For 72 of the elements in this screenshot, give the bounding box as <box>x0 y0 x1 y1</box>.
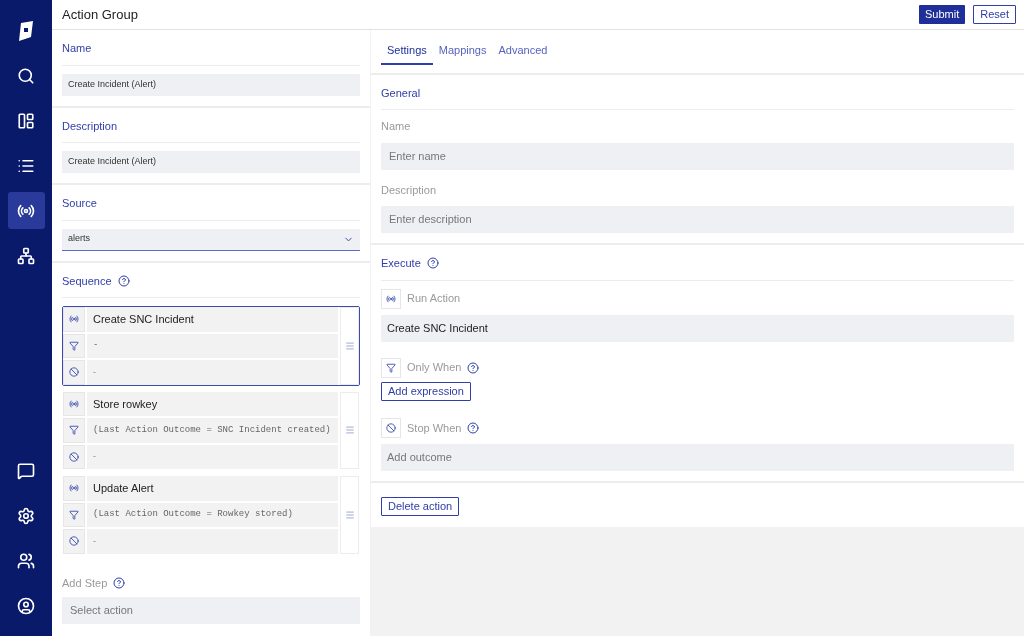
step-field: Store rowkey <box>87 391 338 416</box>
chat-icon <box>17 461 35 480</box>
page-title: Action Group <box>62 5 138 24</box>
source-select[interactable]: alerts <box>62 228 360 251</box>
stop-icon <box>69 451 79 462</box>
section-label: General <box>381 85 421 101</box>
delete-action-button[interactable]: Delete action <box>381 496 460 516</box>
sequence-step[interactable]: Create SNC Incident - - <box>62 306 360 386</box>
text-field[interactable]: Create Incident (Alert) <box>62 151 360 173</box>
step-field: Create SNC Incident <box>87 307 338 332</box>
users-icon <box>17 551 35 570</box>
select-action-field[interactable]: Select action <box>62 597 360 624</box>
help-icon[interactable] <box>467 361 480 374</box>
section-label: Only When <box>407 360 462 376</box>
filter-icon <box>386 362 396 373</box>
broadcast-icon <box>69 314 79 325</box>
tab[interactable]: Settings <box>381 42 433 65</box>
stop-icon <box>69 536 79 547</box>
drag-handle[interactable] <box>340 476 359 554</box>
tab[interactable]: Advanced <box>492 42 554 65</box>
section-label: Sequence <box>62 273 112 289</box>
section-label: Name <box>381 119 411 134</box>
step-field: - <box>87 529 338 554</box>
section-label: Description <box>62 118 118 134</box>
account-icon <box>17 596 35 615</box>
broadcast-icon <box>69 483 79 494</box>
section-label: Source <box>62 196 97 211</box>
input-field[interactable]: Enter description <box>381 206 1014 233</box>
section-label: Stop When <box>407 420 462 436</box>
stop-icon <box>386 422 396 433</box>
logo-icon <box>17 20 35 41</box>
drag-handle-icon <box>344 340 355 351</box>
tab[interactable]: Mappings <box>432 42 493 65</box>
step-field: (Last Action Outcome = SNC Incident created) <box>87 418 338 443</box>
help-icon[interactable] <box>117 274 130 287</box>
search-icon <box>17 66 35 85</box>
text-field[interactable]: Create Incident (Alert) <box>62 73 360 96</box>
add-expression-button[interactable]: Add expression <box>381 381 471 401</box>
step-field: - <box>87 444 338 469</box>
help-icon[interactable] <box>426 257 439 270</box>
step-field: - <box>87 333 338 358</box>
help-icon[interactable] <box>113 576 126 589</box>
reset-button[interactable]: Reset <box>973 5 1016 24</box>
section-label: Name <box>62 41 92 56</box>
broadcast-icon <box>386 293 396 304</box>
dashboard-icon <box>17 111 35 130</box>
drag-handle[interactable] <box>340 391 359 469</box>
sequence-step[interactable]: Store rowkey (Last Action Outcome = SNC Incident created) - <box>62 390 360 470</box>
submit-button[interactable]: Submit <box>919 5 966 24</box>
stop-icon <box>69 367 79 378</box>
section-label: Description <box>381 182 437 198</box>
network-icon <box>17 246 35 265</box>
run-action-field[interactable]: Create SNC Incident <box>381 314 1014 342</box>
filter-icon <box>69 340 79 351</box>
section-label: Execute <box>381 256 421 271</box>
nav-item[interactable] <box>7 192 45 229</box>
sequence-step[interactable]: Update Alert (Last Action Outcome = Rowkey stored) - <box>62 475 360 555</box>
help-icon[interactable] <box>467 421 480 434</box>
step-field: Update Alert <box>87 476 338 501</box>
section-label: Add Step <box>62 575 108 591</box>
drag-handle-icon <box>344 509 355 520</box>
settings-icon <box>17 506 35 525</box>
drag-handle-icon <box>344 425 355 436</box>
outcome-field[interactable]: Add outcome <box>381 443 1014 471</box>
drag-handle[interactable] <box>340 307 359 385</box>
input-field[interactable]: Enter name <box>381 142 1014 170</box>
section-label: Run Action <box>407 291 461 307</box>
filter-icon <box>69 425 79 436</box>
step-field: (Last Action Outcome = Rowkey stored) <box>87 502 338 527</box>
broadcast-icon <box>69 398 79 409</box>
filter-icon <box>69 509 79 520</box>
step-field: - <box>87 360 338 385</box>
